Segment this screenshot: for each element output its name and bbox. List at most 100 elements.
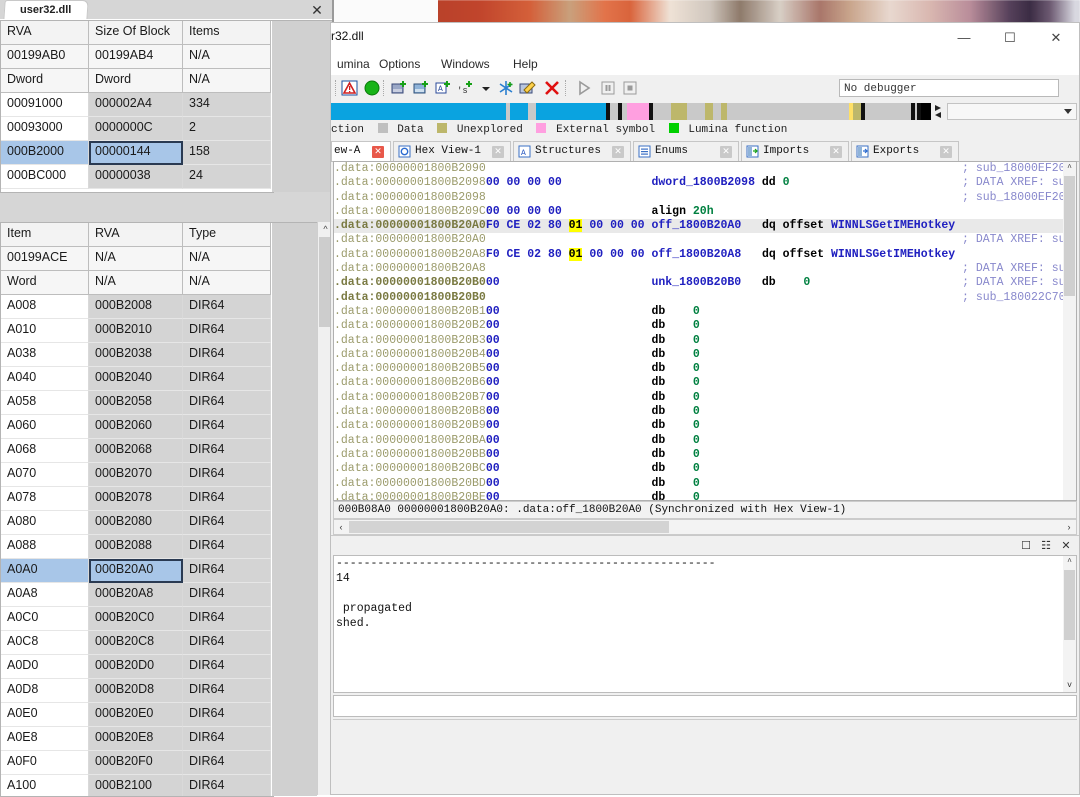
disassembly-line[interactable]: .data:00000001800B20B200 db 0 [334,319,1076,333]
green-circle-icon[interactable] [363,79,381,97]
disassembly-view[interactable]: .data:00000001800B2090 ; sub_18000EF20+2… [333,161,1077,501]
table-row[interactable]: A080 000B2080 DIR64 [1,511,273,535]
disassembly-line[interactable]: .data:00000001800B20B100 db 0 [334,305,1076,319]
table-row[interactable]: A078 000B2078 DIR64 [1,487,273,511]
navband-arrows-icon[interactable] [933,103,943,120]
table-row[interactable]: A060 000B2060 DIR64 [1,415,273,439]
add-ascii-icon[interactable]: A [435,79,453,97]
command-input[interactable] [333,695,1077,717]
disassembly-line[interactable]: .data:00000001800B20B900 db 0 [334,419,1076,433]
table-row[interactable]: 00199AB0 00199AB4 N/A [1,45,273,69]
warning-triangle-icon[interactable] [341,79,359,97]
close-icon[interactable]: ✕ [372,146,384,158]
chevron-up-icon[interactable]: ^ [1063,162,1076,175]
table-row[interactable]: 00091000 000002A4 334 [1,93,273,117]
disassembly-line[interactable]: .data:00000001800B20B600 db 0 [334,376,1076,390]
disassembly-line[interactable]: .data:00000001800B20B500 db 0 [334,362,1076,376]
table-row[interactable]: A088 000B2088 DIR64 [1,535,273,559]
table-row[interactable]: A100 000B2100 DIR64 [1,775,273,796]
close-icon[interactable]: ✕ [720,146,732,158]
add-struct-icon[interactable]: 's [457,79,475,97]
tab-structures[interactable]: A Structures ✕ [513,141,631,161]
disassembly-line[interactable]: .data:00000001800B20B800 db 0 [334,405,1076,419]
table-row[interactable]: A040 000B2040 DIR64 [1,367,273,391]
disassembly-line[interactable]: .data:00000001800B20B300 db 0 [334,334,1076,348]
reloc-items-table[interactable]: Item RVA Type 00199ACE N/A N/A Word N/A N/A A008 0… [0,222,274,797]
disassembly-line[interactable]: .data:00000001800B20BE00 db 0 [334,491,1076,500]
reloc-blocks-table[interactable]: RVA Size Of Block Items 00199AB0 00199AB4 N/A… [0,20,274,193]
tab-enums[interactable]: Enums ✕ [633,141,739,161]
disassembly-line[interactable]: .data:00000001800B20BA00 db 0 [334,434,1076,448]
table-row[interactable]: Dword Dword N/A [1,69,273,93]
disassembly-line[interactable]: .data:00000001800B20B000 unk_1800B20B0 d… [334,276,1076,290]
table-row[interactable]: Word N/A N/A [1,271,273,295]
edit-pencil-icon[interactable] [519,79,537,97]
table-row[interactable]: A068 000B2068 DIR64 [1,439,273,463]
disassembly-line[interactable]: .data:00000001800B209800 00 00 00 dword_… [334,176,1076,190]
navigation-band[interactable] [331,103,931,120]
disassembly-horizontal-scrollbar[interactable]: ‹ › [333,519,1077,535]
close-icon[interactable]: ✕ [1033,23,1079,53]
table-row[interactable]: A038 000B2038 DIR64 [1,343,273,367]
scrollbar-thumb[interactable] [1064,570,1075,640]
table-row[interactable]: A0D0 000B20D0 DIR64 [1,655,273,679]
chevron-down-icon[interactable] [477,79,495,97]
maximize-icon[interactable]: ☐ [987,23,1033,53]
disassembly-line[interactable]: .data:00000001800B20B400 db 0 [334,348,1076,362]
snowflake-icon[interactable] [497,79,515,97]
disassembly-line[interactable]: .data:00000001800B209C00 00 00 00 align … [334,205,1076,219]
minimize-icon[interactable]: — [941,23,987,53]
disassembly-line[interactable]: .data:00000001800B20A8 ; DATA XREF: sub_… [334,262,1076,276]
table-row[interactable]: A058 000B2058 DIR64 [1,391,273,415]
float-icon[interactable]: ☷ [1039,539,1053,553]
close-icon[interactable]: ✕ [492,146,504,158]
table-row[interactable]: A0F0 000B20F0 DIR64 [1,751,273,775]
disassembly-vertical-scrollbar[interactable]: ^ [1063,162,1076,500]
disassembly-line[interactable]: .data:00000001800B2090 ; sub_18000EF20+2… [334,162,1076,176]
table-row[interactable]: A0A0 000B20A0 DIR64 [1,559,273,583]
scrollbar-thumb[interactable] [1064,176,1075,296]
menu-options[interactable]: Options [373,56,426,72]
menu-lumina[interactable]: umina [331,56,376,72]
close-icon[interactable]: ✕ [1059,539,1073,553]
table-row[interactable]: 000B2000 00000144 158 [1,141,273,165]
chevron-down-icon[interactable]: v [1063,679,1076,692]
close-icon[interactable]: ✕ [940,146,952,158]
menu-help[interactable]: Help [507,56,544,72]
navband-zoom-selector[interactable] [947,103,1077,120]
tab-user32-dll[interactable]: user32.dll [3,0,89,21]
table-row[interactable]: A0E8 000B20E8 DIR64 [1,727,273,751]
tab-hex-view-1[interactable]: Hex View-1 ✕ [393,141,511,161]
close-icon[interactable]: ✕ [308,1,326,19]
disassembly-line[interactable]: .data:00000001800B20A8F0 CE 02 80 01 00 … [334,247,1076,262]
tab-ew-a[interactable]: ew-A ✕ [331,141,391,161]
close-icon[interactable]: ✕ [612,146,624,158]
table-row[interactable]: A0E0 000B20E0 DIR64 [1,703,273,727]
table-row[interactable]: 00199ACE N/A N/A [1,247,273,271]
debugger-selector[interactable]: No debugger [839,79,1059,97]
disassembly-line[interactable]: .data:00000001800B20A0 ; DATA XREF: sub_… [334,233,1076,247]
output-log[interactable]: ----------------------------------------… [333,555,1077,693]
disassembly-line[interactable]: .data:00000001800B2098 ; sub_18000EF20+2… [334,191,1076,205]
disassembly-line[interactable]: .data:00000001800B20BB00 db 0 [334,448,1076,462]
disassembly-line[interactable]: .data:00000001800B20B700 db 0 [334,391,1076,405]
disassembly-line[interactable]: .data:00000001800B20BD00 db 0 [334,477,1076,491]
table-row[interactable]: A008 000B2008 DIR64 [1,295,273,319]
table-row[interactable]: A0C0 000B20C0 DIR64 [1,607,273,631]
table-row[interactable]: A070 000B2070 DIR64 [1,463,273,487]
tab-exports[interactable]: Exports ✕ [851,141,959,161]
delete-x-icon[interactable] [543,79,561,97]
table-row[interactable]: A0C8 000B20C8 DIR64 [1,631,273,655]
disassembly-line[interactable]: .data:00000001800B20BC00 db 0 [334,462,1076,476]
chevron-right-icon[interactable]: › [1062,520,1076,534]
chevron-up-icon[interactable]: ^ [1063,556,1076,569]
restore-icon[interactable]: ☐ [1019,539,1033,553]
table-row[interactable]: 000BC000 00000038 24 [1,165,273,189]
add-code-icon[interactable] [391,79,409,97]
tab-imports[interactable]: Imports ✕ [741,141,849,161]
scrollbar-thumb[interactable] [349,521,669,533]
disassembly-line[interactable]: .data:00000001800B20B0 ; sub_180022C70+1… [334,291,1076,305]
table-row[interactable]: 00093000 0000000C 2 [1,117,273,141]
disassembly-line[interactable]: .data:00000001800B20A0F0 CE 02 80 01 00 … [334,219,1076,234]
table-row[interactable]: A010 000B2010 DIR64 [1,319,273,343]
